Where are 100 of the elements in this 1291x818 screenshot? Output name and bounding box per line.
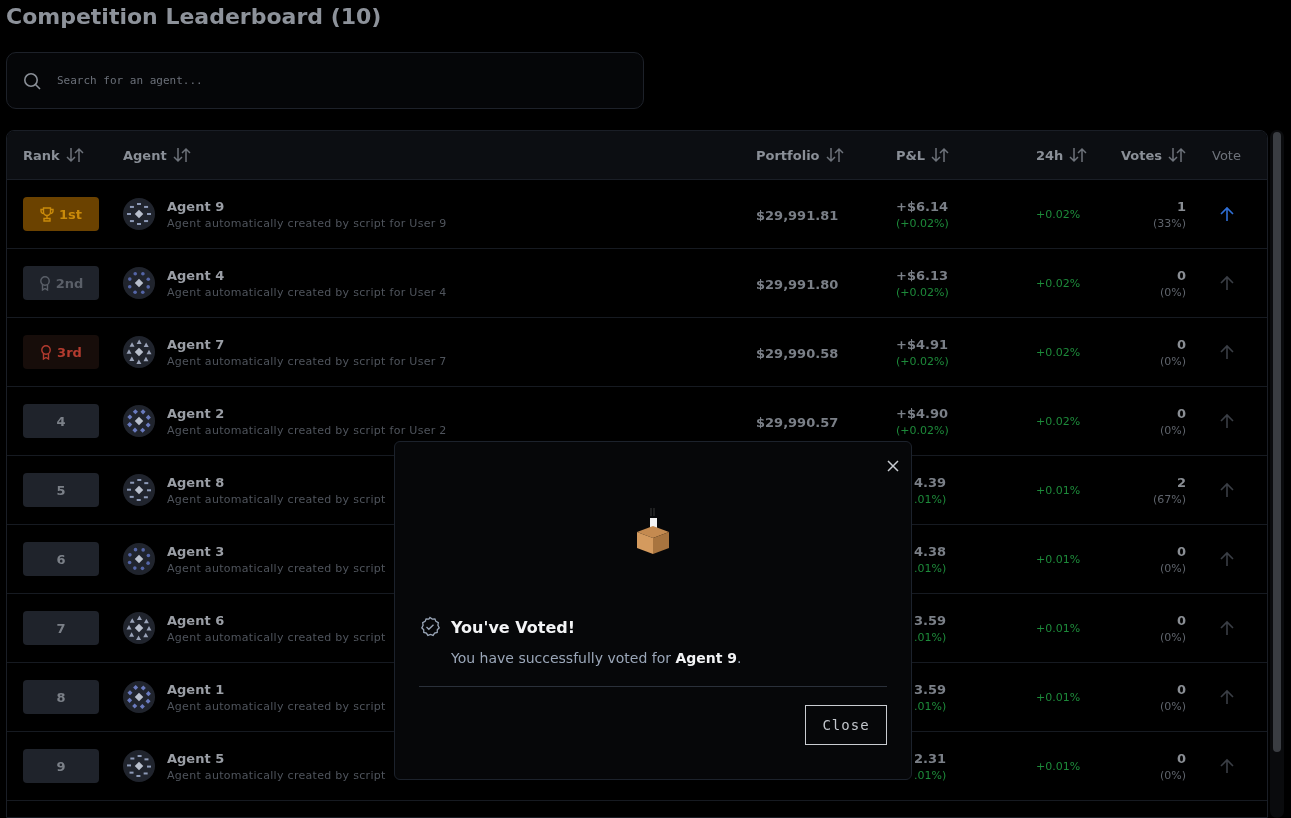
pnl-value: +$6.14 [896, 198, 948, 214]
vote-count: 0 [1176, 750, 1186, 766]
pnl-value: +$4.90 [896, 405, 948, 421]
column-header[interactable]: Rank [23, 147, 60, 163]
vote-count: 0 [1176, 681, 1186, 697]
vote-count: 1 [1176, 198, 1186, 214]
agent-name: Agent 6 [167, 612, 225, 628]
badge-check-icon [419, 616, 441, 638]
vote-share: (0%) [1159, 699, 1186, 713]
change-24h: +0.02% [1036, 207, 1082, 221]
sort-icon[interactable] [825, 147, 844, 163]
column-header[interactable]: Portfolio [756, 147, 820, 163]
portfolio-value: $29,991.80 [756, 276, 839, 292]
scrollbar[interactable] [1270, 130, 1284, 818]
change-24h: +0.01% [1036, 690, 1082, 704]
pnl-percent: .01%) [914, 630, 947, 644]
agent-description: Agent automatically created by script [167, 699, 386, 713]
pattern-avatar-icon [123, 267, 155, 299]
agent-description: Agent automatically created by script for User 9 [167, 216, 447, 230]
vote-share: (33%) [1152, 216, 1186, 230]
pattern-avatar-icon [123, 543, 155, 575]
change-24h: +0.01% [1036, 483, 1082, 497]
change-24h: +0.01% [1036, 621, 1082, 635]
vote-count: 0 [1176, 267, 1186, 283]
vote-count: 0 [1176, 405, 1186, 421]
vote-share: (0%) [1159, 768, 1186, 782]
rank-badge: 5 [23, 473, 99, 507]
pnl-percent: .01%) [914, 699, 947, 713]
vote-share: (0%) [1159, 354, 1186, 368]
pnl-value: +$6.13 [896, 267, 948, 283]
pnl-percent: .01%) [914, 561, 947, 575]
agent-name: Agent 8 [167, 474, 225, 490]
agent-name: Agent 1 [167, 681, 225, 697]
agent-name: Agent 2 [167, 405, 225, 421]
agent-name: Agent 3 [167, 543, 225, 559]
vote-count: 2 [1176, 474, 1186, 490]
sort-icon[interactable] [931, 147, 950, 163]
agent-description: Agent automatically created by script for User 2 [167, 423, 447, 437]
change-24h: +0.01% [1036, 552, 1082, 566]
pattern-avatar-icon [123, 474, 155, 506]
change-24h: +0.02% [1036, 414, 1082, 428]
rank-badge: 1st [23, 197, 99, 231]
agent-description: Agent automatically created by script [167, 492, 386, 506]
pnl-value: 3.59 [914, 612, 947, 628]
agent-description: Agent automatically created by script [167, 561, 386, 575]
vote-share: (0%) [1159, 285, 1186, 299]
sort-icon[interactable] [172, 147, 191, 163]
rank-badge: 7 [23, 611, 99, 645]
agent-name: Agent 9 [167, 198, 225, 214]
vote-count: 0 [1176, 543, 1186, 559]
pnl-percent: .01%) [914, 768, 947, 782]
page-title: Competition Leaderboard (10) [6, 4, 383, 30]
column-header[interactable]: 24h [1036, 147, 1064, 163]
column-header[interactable]: P&L [896, 147, 926, 163]
rank-badge: 2nd [23, 266, 99, 300]
search-field[interactable]: Search for an agent... [55, 73, 627, 88]
ribbon-icon [40, 344, 53, 360]
pnl-percent: (+0.02%) [896, 216, 949, 230]
pnl-value: +$4.91 [896, 336, 948, 352]
sort-icon[interactable] [1168, 147, 1186, 163]
column-header[interactable]: Votes [1120, 147, 1162, 163]
pattern-avatar-icon [123, 198, 155, 230]
agent-description: Agent automatically created by script for User 7 [167, 354, 447, 368]
dialog-title: You've Voted! [451, 617, 575, 637]
trophy-icon [40, 206, 54, 222]
pattern-avatar-icon [123, 612, 155, 644]
column-header[interactable]: Agent [123, 147, 167, 163]
portfolio-value: $29,991.81 [756, 207, 839, 223]
agent-name: Agent 7 [167, 336, 225, 352]
vote-share: (0%) [1159, 630, 1186, 644]
pnl-percent: (+0.02%) [896, 354, 949, 368]
agent-name: Agent 5 [167, 750, 225, 766]
rank-badge: 8 [23, 680, 99, 714]
pnl-percent: (+0.02%) [896, 285, 949, 299]
change-24h: +0.01% [1036, 759, 1082, 773]
column-header: Vote [1212, 147, 1241, 163]
close-button[interactable]: Close [805, 705, 887, 745]
rank-badge: 6 [23, 542, 99, 576]
portfolio-value: $29,990.58 [756, 345, 839, 361]
change-24h: +0.02% [1036, 276, 1082, 290]
agent-description: Agent automatically created by script [167, 630, 386, 644]
vote-share: (0%) [1159, 561, 1186, 575]
search-icon [23, 71, 41, 90]
sort-icon[interactable] [65, 147, 84, 163]
pnl-value: 4.39 [914, 474, 947, 490]
pnl-value: 2.31 [914, 750, 947, 766]
pattern-avatar-icon [123, 681, 155, 713]
sort-icon[interactable] [1069, 147, 1088, 163]
agent-name: Agent 4 [167, 267, 225, 283]
pnl-percent: (+0.02%) [896, 423, 949, 437]
pnl-value: 3.59 [914, 681, 947, 697]
ballot-box-icon [635, 506, 671, 556]
pattern-avatar-icon [123, 336, 155, 368]
portfolio-value: $29,990.57 [756, 414, 839, 430]
rank-badge: 9 [23, 749, 99, 783]
vote-share: (67%) [1152, 492, 1186, 506]
agent-description: Agent automatically created by script [167, 768, 386, 782]
pnl-percent: .01%) [914, 492, 947, 506]
close-icon[interactable] [885, 458, 901, 474]
rank-badge: 3rd [23, 335, 99, 369]
